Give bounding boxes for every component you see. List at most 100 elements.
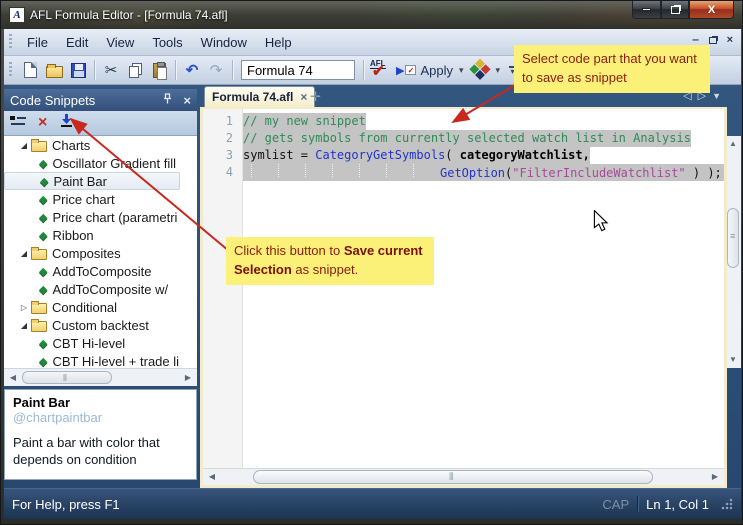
tree-item-cbt-hi-level[interactable]: ◆CBT Hi-level (4, 334, 180, 352)
code-area[interactable]: 1// my new snippet2// gets symbols from … (203, 109, 724, 468)
callout-text: as snippet. (292, 262, 359, 277)
tab-guide (413, 164, 440, 177)
caps-indicator: CAP (602, 497, 629, 512)
tree-item-price-chart-parametri[interactable]: ◆Price chart (parametri (4, 208, 180, 226)
expanded-twisty-icon[interactable]: ◢ (18, 321, 30, 330)
scroll-right-icon[interactable]: ▶ (707, 469, 723, 485)
editor-horizontal-scrollbar[interactable]: ◀ ▶ (203, 468, 724, 485)
paste-icon (153, 63, 166, 78)
cursor-position: Ln 1, Col 1 (646, 497, 709, 512)
tree-item-paint-bar[interactable]: ◆Paint Bar (4, 172, 180, 190)
tree-item-cbt-hi-level-trade-li[interactable]: ◆CBT Hi-level + trade li (4, 352, 180, 368)
verify-check-icon: ✔ (372, 62, 385, 80)
tree-item-composites[interactable]: ◢Composites (4, 244, 180, 262)
tree-item-label: Ribbon (52, 228, 93, 243)
scroll-left-icon[interactable]: ◀ (5, 370, 21, 386)
menu-help[interactable]: Help (256, 32, 301, 53)
code-line-1[interactable]: 1// my new snippet (203, 113, 724, 130)
undo-button[interactable]: ↶ (180, 58, 204, 82)
menu-tools[interactable]: Tools (143, 32, 191, 53)
toolbar-grip[interactable] (9, 34, 12, 50)
code-line-4[interactable]: 4GetOption("FilterIncludeWatchlist" ) ); (203, 164, 724, 181)
copy-button[interactable] (123, 58, 147, 82)
redo-icon: ↷ (210, 61, 223, 79)
verify-syntax-button[interactable]: AFL ✔ (368, 59, 394, 81)
cut-button[interactable]: ✂ (99, 58, 123, 82)
toolbar-grip2[interactable] (9, 62, 12, 78)
snippet-diamond-icon: ◆ (39, 157, 47, 170)
pin-icon[interactable] (162, 93, 173, 108)
menu-file[interactable]: File (18, 32, 57, 53)
snippet-diamond-icon: ◆ (39, 283, 47, 296)
tree-item-addtocomposite[interactable]: ◆AddToComposite (4, 262, 180, 280)
tab-label: Formula 74.afl (212, 90, 293, 104)
tree-hscroll-thumb[interactable] (22, 371, 112, 384)
tree-item-label: Conditional (52, 300, 117, 315)
scroll-left-icon[interactable]: ◀ (204, 469, 220, 485)
paste-button[interactable] (147, 58, 171, 82)
snippet-diamond-icon: ◆ (40, 175, 48, 188)
tab-nav-menu-icon[interactable]: ▼ (712, 91, 721, 101)
code-line-3[interactable]: 3symlist = CategoryGetSymbols( categoryW… (203, 147, 724, 164)
mdi-restore-button[interactable] (709, 37, 717, 44)
tree-horizontal-scrollbar[interactable]: ◀ ▶ (4, 368, 197, 386)
folder-icon (31, 141, 47, 152)
panel-close-icon[interactable]: × (183, 93, 191, 108)
tree-item-price-chart[interactable]: ◆Price chart (4, 190, 180, 208)
tree-item-custom-backtest[interactable]: ◢Custom backtest (4, 316, 180, 334)
resize-grip[interactable] (721, 498, 733, 510)
open-file-button[interactable] (42, 58, 66, 82)
code-lines: 1// my new snippet2// gets symbols from … (203, 109, 724, 181)
tab-close-icon[interactable]: × (300, 90, 307, 104)
amibroker-logo-button[interactable] (467, 58, 493, 82)
new-file-button[interactable] (18, 58, 42, 82)
tab-formula-74[interactable]: Formula 74.afl × (204, 86, 315, 107)
save-button[interactable] (66, 58, 90, 82)
window-title: AFL Formula Editor - [Formula 74.afl] (30, 8, 228, 22)
logo-dropdown-caret[interactable]: ▾ (496, 65, 501, 76)
tree-item-charts[interactable]: ◢Charts (4, 136, 180, 154)
formula-name-input[interactable] (241, 60, 355, 80)
scroll-down-icon[interactable]: ▼ (725, 352, 741, 368)
tree-item-addtocomposite-w[interactable]: ◆AddToComposite w/ (4, 280, 180, 298)
code-snippets-header[interactable]: Code Snippets × (4, 89, 197, 111)
tab-guide (305, 164, 332, 177)
menu-window[interactable]: Window (192, 32, 256, 53)
redo-button[interactable]: ↷ (204, 58, 228, 82)
mdi-close-button[interactable]: × (727, 34, 733, 46)
editor-hscroll-thumb[interactable] (253, 470, 653, 484)
separator (94, 60, 95, 80)
scroll-right-icon[interactable]: ▶ (180, 370, 196, 386)
apply-button[interactable]: ▶ ✓ Apply ▾ (396, 63, 467, 78)
tab-float-icon[interactable]: ✛ (310, 89, 321, 105)
menu-view[interactable]: View (97, 32, 143, 53)
line-number: 2 (203, 130, 243, 147)
code-line-2[interactable]: 2// gets symbols from currently selected… (203, 130, 724, 147)
expanded-twisty-icon[interactable]: ◢ (18, 249, 30, 258)
titlebar[interactable]: A AFL Formula Editor - [Formula 74.afl] … (1, 1, 742, 29)
expanded-twisty-icon[interactable]: ◢ (18, 141, 30, 150)
close-button[interactable]: X (689, 1, 734, 19)
selected-code-text: // my new snippet (243, 113, 366, 130)
delete-snippet-button[interactable]: × (38, 114, 47, 132)
minimize-button[interactable] (632, 1, 661, 19)
line-number: 4 (203, 164, 243, 181)
save-selection-as-snippet-button[interactable] (59, 113, 74, 133)
maximize-button[interactable] (661, 1, 689, 19)
code-editor[interactable]: 1// my new snippet2// gets symbols from … (200, 107, 727, 488)
apply-label: Apply (420, 63, 453, 78)
scroll-up-icon[interactable]: ▲ (725, 136, 741, 152)
tree-vscroll-thumb[interactable] (727, 208, 739, 268)
open-folder-icon (46, 66, 63, 78)
callout-text: Click this button to (234, 243, 344, 258)
apply-dropdown-caret[interactable]: ▾ (459, 65, 464, 76)
collapsed-twisty-icon[interactable]: ▷ (18, 303, 30, 312)
tree-item-oscillator-gradient-fill[interactable]: ◆Oscillator Gradient fill (4, 154, 180, 172)
tree-item-ribbon[interactable]: ◆Ribbon (4, 226, 180, 244)
snippet-tree: ◢Charts◆Oscillator Gradient fill◆Paint B… (4, 136, 197, 368)
callout-save-snippet: Click this button to Save current Select… (226, 237, 434, 285)
insert-snippet-button[interactable] (10, 114, 26, 132)
menu-edit[interactable]: Edit (57, 32, 97, 53)
amibroker-diamond-icon (468, 59, 491, 82)
tree-item-conditional[interactable]: ▷ Conditional (4, 298, 180, 316)
